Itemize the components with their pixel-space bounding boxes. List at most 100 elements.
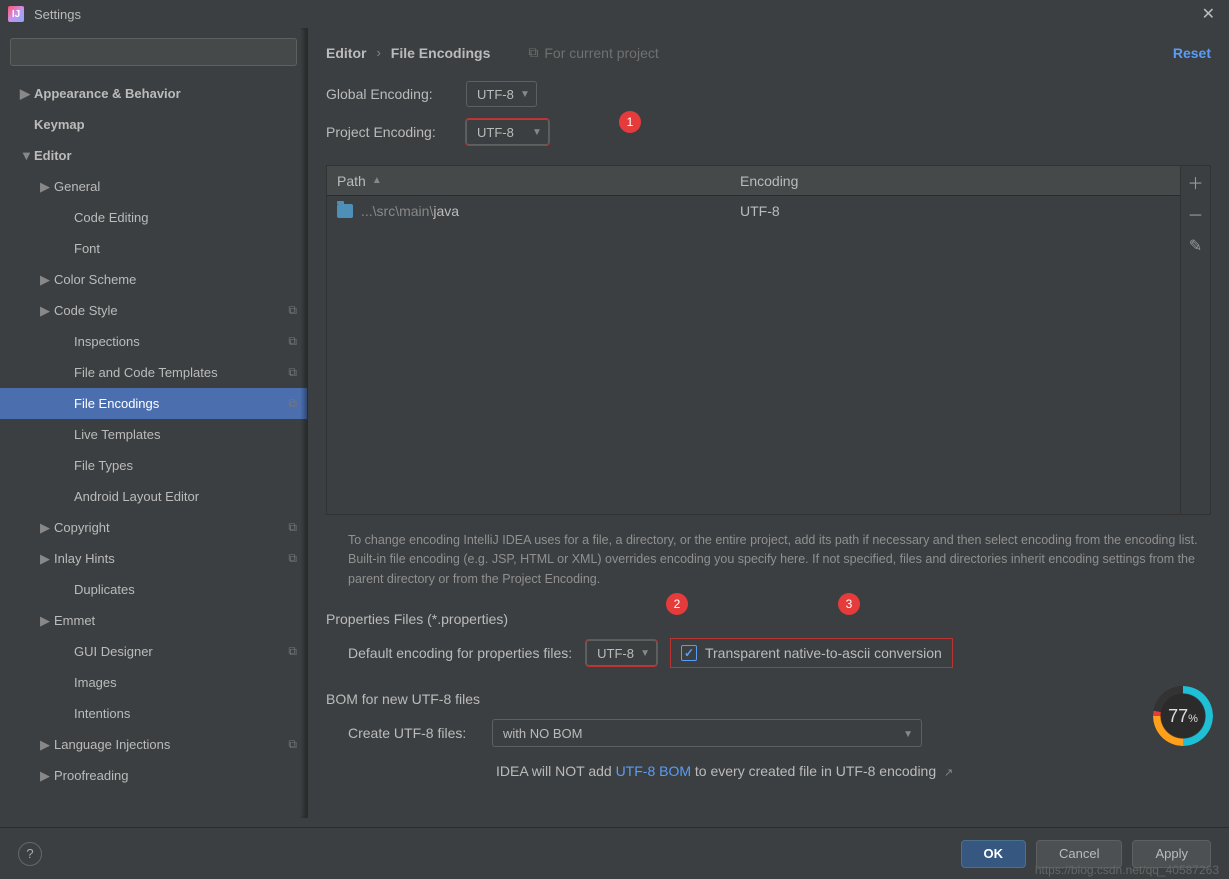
ok-button[interactable]: OK <box>961 840 1027 868</box>
sidebar-item-appearance-behavior[interactable]: ▶Appearance & Behavior <box>0 78 307 109</box>
caret-icon: ▶ <box>40 520 54 536</box>
copy-icon: ⧉ <box>288 551 297 566</box>
sort-asc-icon: ▲ <box>372 175 382 186</box>
sidebar-item-label: Font <box>74 241 100 256</box>
annotation-badge-3: 3 <box>838 593 860 615</box>
caret-icon: ▶ <box>40 737 54 753</box>
sidebar-item-label: Intentions <box>74 706 130 721</box>
sidebar-item-label: File Types <box>74 458 133 473</box>
sidebar-item-intentions[interactable]: Intentions <box>0 698 307 729</box>
settings-tree[interactable]: ▶Appearance & BehaviorKeymap▼Editor▶Gene… <box>0 74 307 818</box>
caret-icon: ▶ <box>40 551 54 567</box>
copy-icon: ⧉ <box>288 396 297 411</box>
sidebar-item-inspections[interactable]: Inspections⧉ <box>0 326 307 357</box>
sidebar-item-keymap[interactable]: Keymap <box>0 109 307 140</box>
sidebar-item-label: Live Templates <box>74 427 160 442</box>
global-encoding-label: Global Encoding: <box>326 86 466 102</box>
sidebar-item-color-scheme[interactable]: ▶Color Scheme <box>0 264 307 295</box>
sidebar-item-images[interactable]: Images <box>0 667 307 698</box>
reset-link[interactable]: Reset <box>1173 45 1211 61</box>
path-leaf: java <box>433 203 459 219</box>
caret-icon: ▶ <box>40 272 54 288</box>
sidebar-item-label: Keymap <box>34 117 85 132</box>
sidebar-item-emmet[interactable]: ▶Emmet <box>0 605 307 636</box>
sidebar-item-live-templates[interactable]: Live Templates <box>0 419 307 450</box>
sidebar-item-label: Language Injections <box>54 737 170 752</box>
sidebar-item-code-style[interactable]: ▶Code Style⧉ <box>0 295 307 326</box>
global-encoding-combo[interactable]: UTF-8 ▼ <box>466 81 537 107</box>
window-title: Settings <box>34 7 81 22</box>
apply-button[interactable]: Apply <box>1132 840 1211 868</box>
caret-icon: ▶ <box>40 303 54 319</box>
sidebar-item-label: Color Scheme <box>54 272 136 287</box>
chevron-down-icon: ▼ <box>640 648 650 659</box>
sidebar-item-label: GUI Designer <box>74 644 153 659</box>
help-button[interactable]: ? <box>18 842 42 866</box>
sidebar-item-inlay-hints[interactable]: ▶Inlay Hints ⧉ <box>0 543 307 574</box>
sidebar-item-duplicates[interactable]: Duplicates <box>0 574 307 605</box>
bom-info: IDEA will NOT add UTF-8 BOM to every cre… <box>496 763 1211 779</box>
sidebar-item-label: Inspections <box>74 334 140 349</box>
global-encoding-value: UTF-8 <box>477 87 514 102</box>
breadcrumb-editor[interactable]: Editor <box>326 45 366 61</box>
sidebar-item-file-types[interactable]: File Types <box>0 450 307 481</box>
annotation-badge-2: 2 <box>666 593 688 615</box>
column-encoding[interactable]: Encoding <box>730 173 1180 189</box>
scope-label: ⧉ For current project <box>528 44 658 61</box>
folder-icon <box>337 204 353 218</box>
sidebar-item-label: Appearance & Behavior <box>34 86 181 101</box>
bom-value: with NO BOM <box>503 726 582 741</box>
sidebar-item-general[interactable]: ▶General <box>0 171 307 202</box>
profiler-gauge[interactable]: 77% <box>1153 686 1213 746</box>
sidebar-item-label: Code Editing <box>74 210 148 225</box>
footer: ? OK Cancel Apply <box>0 827 1229 879</box>
sidebar-item-file-encodings[interactable]: File Encodings ⧉ <box>0 388 307 419</box>
sidebar-item-label: Code Style <box>54 303 118 318</box>
search-input[interactable] <box>10 38 297 66</box>
cancel-button[interactable]: Cancel <box>1036 840 1122 868</box>
sidebar-item-file-and-code-templates[interactable]: File and Code Templates⧉ <box>0 357 307 388</box>
sidebar-item-editor[interactable]: ▼Editor <box>0 140 307 171</box>
sidebar-item-android-layout-editor[interactable]: Android Layout Editor <box>0 481 307 512</box>
app-icon: IJ <box>8 6 24 22</box>
row-encoding[interactable]: UTF-8 <box>730 203 1180 219</box>
gauge-unit: % <box>1188 713 1198 725</box>
transparent-ascii-checkbox[interactable] <box>681 645 697 661</box>
utf8-bom-link[interactable]: UTF-8 BOM <box>616 763 691 779</box>
bom-combo[interactable]: with NO BOM ▼ <box>492 719 922 747</box>
props-encoding-combo[interactable]: UTF-8 ▼ <box>586 640 657 666</box>
edit-button[interactable]: ✎ <box>1181 230 1211 262</box>
caret-icon: ▶ <box>40 768 54 784</box>
sidebar-item-label: Editor <box>34 148 72 163</box>
copy-icon: ⧉ <box>288 737 297 752</box>
titlebar: IJ Settings ✕ <box>0 0 1229 28</box>
sidebar-item-label: Proofreading <box>54 768 128 783</box>
sidebar-item-label: Inlay Hints <box>54 551 115 566</box>
caret-icon: ▶ <box>40 179 54 195</box>
encoding-table: Path ▲ Encoding ...\src\main\java UTF-8 … <box>326 165 1211 515</box>
sidebar-item-copyright[interactable]: ▶Copyright⧉ <box>0 512 307 543</box>
sidebar-item-gui-designer[interactable]: GUI Designer⧉ <box>0 636 307 667</box>
bom-label: Create UTF-8 files: <box>348 725 478 741</box>
column-path[interactable]: Path ▲ <box>327 173 730 189</box>
sidebar-item-label: Images <box>74 675 117 690</box>
project-encoding-label: Project Encoding: <box>326 124 466 140</box>
add-button[interactable]: ＋ <box>1181 166 1211 198</box>
sidebar-item-language-injections[interactable]: ▶Language Injections ⧉ <box>0 729 307 760</box>
close-icon[interactable]: ✕ <box>1196 4 1221 24</box>
table-row[interactable]: ...\src\main\java UTF-8 <box>327 196 1180 226</box>
sidebar-item-label: Emmet <box>54 613 95 628</box>
copy-icon: ⧉ <box>288 520 297 535</box>
external-link-icon: ↗ <box>944 767 953 779</box>
scope-text: For current project <box>544 45 658 61</box>
chevron-down-icon: ▼ <box>520 89 530 100</box>
sidebar-item-code-editing[interactable]: Code Editing <box>0 202 307 233</box>
sidebar-item-proofreading[interactable]: ▶Proofreading <box>0 760 307 791</box>
sidebar-item-font[interactable]: Font <box>0 233 307 264</box>
remove-button[interactable]: － <box>1181 198 1211 230</box>
hint-text: To change encoding IntelliJ IDEA uses fo… <box>326 525 1211 603</box>
bom-section-label: BOM for new UTF-8 files <box>326 691 1211 707</box>
sidebar-item-label: File Encodings <box>74 396 159 411</box>
project-encoding-combo[interactable]: UTF-8 ▼ <box>466 119 549 145</box>
caret-icon: ▼ <box>20 148 34 163</box>
